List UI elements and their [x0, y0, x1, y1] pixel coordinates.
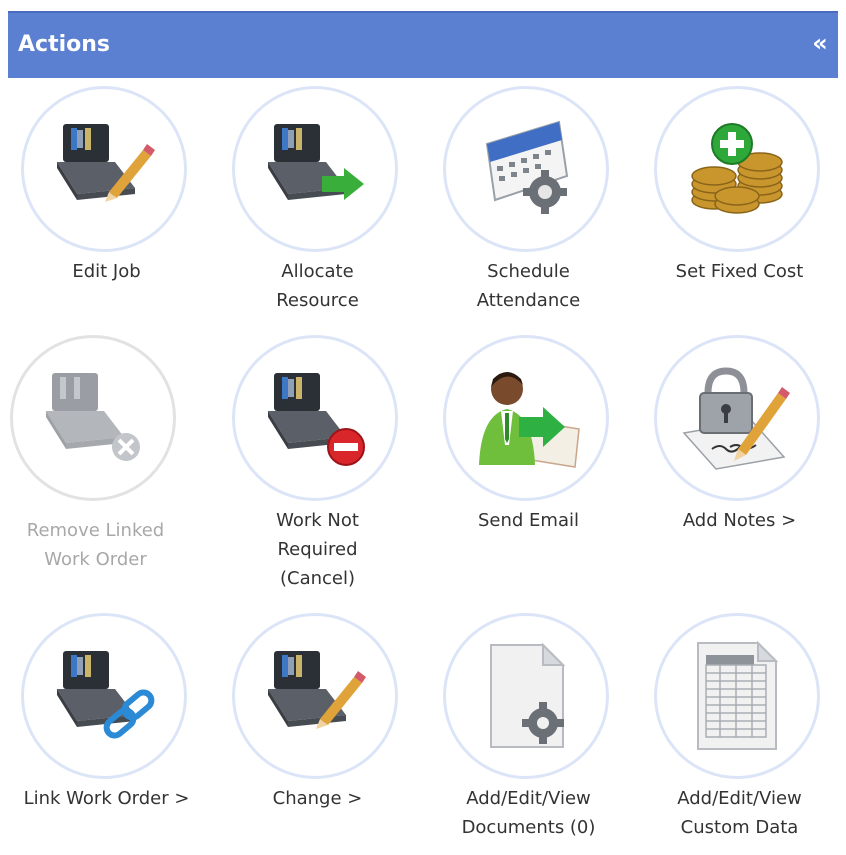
toolbox-pencil-icon [268, 651, 366, 729]
allocate-resource-circle[interactable] [232, 86, 398, 252]
documents-label: Add/Edit/View Documents (0) [423, 784, 634, 842]
document-gear-icon [490, 642, 566, 748]
custom-data-circle[interactable] [654, 613, 820, 779]
schedule-attendance-circle[interactable] [443, 86, 609, 252]
change-label: Change > [212, 784, 423, 813]
documents-circle[interactable] [443, 613, 609, 779]
work-not-required-circle[interactable] [232, 335, 398, 501]
send-email-circle[interactable] [443, 335, 609, 501]
remove-linked-work-order-text: Remove Linked Work Order [26, 520, 165, 570]
set-fixed-cost-text: Set Fixed Cost [675, 261, 804, 282]
schedule-attendance-text: Schedule Attendance [476, 261, 581, 311]
lock-pencil-icon [682, 367, 790, 470]
toolbox-link-icon [57, 651, 155, 739]
allocate-resource-label: Allocate Resource [212, 257, 423, 315]
set-fixed-cost-circle[interactable] [654, 86, 820, 252]
link-work-order-label: Link Work Order > [1, 784, 212, 813]
remove-linked-work-order-label: Remove Linked Work Order [0, 516, 201, 574]
edit-job-label: Edit Job [1, 257, 212, 286]
calendar-gear-icon [485, 120, 569, 214]
edit-job-text: Edit Job [72, 261, 141, 282]
link-work-order-text: Link Work Order > [23, 788, 190, 809]
allocate-resource-text: Allocate Resource [276, 261, 359, 311]
collapse-panel-icon[interactable]: « [808, 31, 832, 55]
change-circle[interactable] [232, 613, 398, 779]
person-email-icon [479, 372, 580, 468]
actions-panel-header: Actions « [8, 11, 838, 78]
toolbox-cancel-icon [268, 373, 365, 466]
spreadsheet-icon [697, 641, 779, 750]
link-work-order-circle[interactable] [21, 613, 187, 779]
work-not-required-label: Work Not Required (Cancel) [212, 506, 423, 593]
toolbox-remove-icon [46, 373, 140, 461]
custom-data-label: Add/Edit/View Custom Data [634, 784, 845, 842]
schedule-attendance-label: Schedule Attendance [423, 257, 634, 315]
toolbox-arrow-icon [268, 124, 364, 200]
send-email-label: Send Email [423, 506, 634, 535]
send-email-text: Send Email [478, 510, 579, 531]
add-notes-circle[interactable] [654, 335, 820, 501]
set-fixed-cost-label: Set Fixed Cost [634, 257, 845, 286]
toolbox-pencil-icon [57, 124, 155, 202]
custom-data-text: Add/Edit/View Custom Data [677, 788, 802, 838]
add-notes-text: Add Notes > [682, 510, 797, 531]
edit-job-circle[interactable] [21, 86, 187, 252]
documents-text: Add/Edit/View Documents (0) [461, 788, 596, 838]
remove-linked-work-order-circle [10, 335, 176, 501]
change-text: Change > [272, 788, 363, 809]
add-notes-label: Add Notes > [634, 506, 845, 535]
panel-title: Actions [18, 32, 110, 57]
work-not-required-text: Work Not Required (Cancel) [276, 510, 359, 589]
coins-plus-icon [691, 123, 783, 214]
